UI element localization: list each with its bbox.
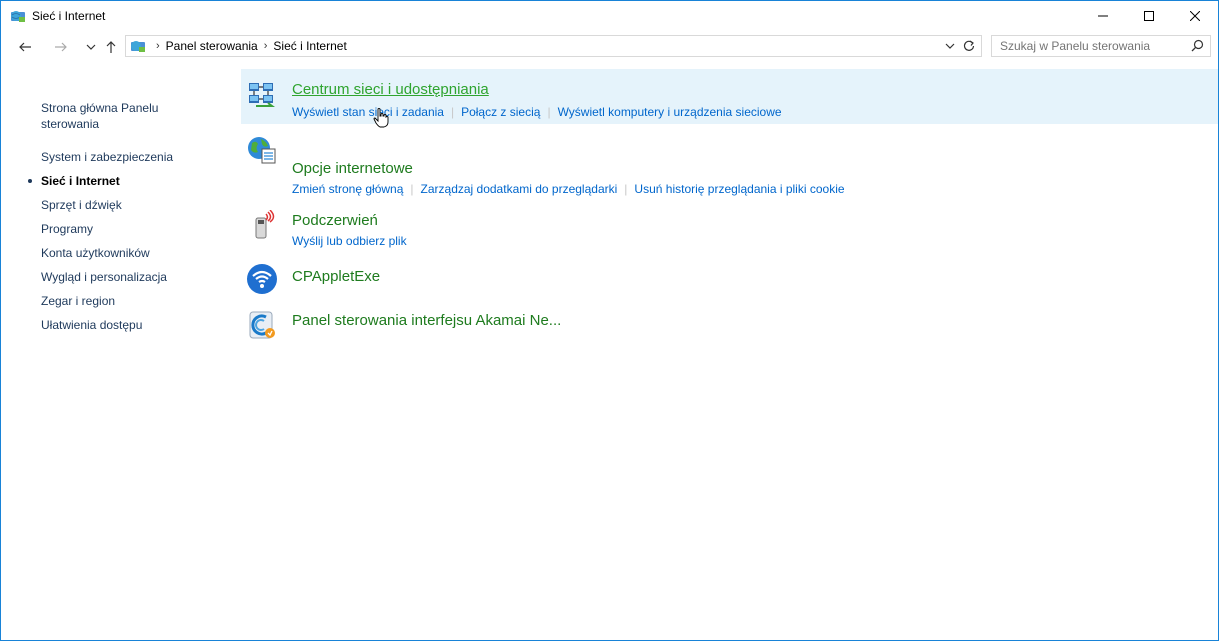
category-title[interactable]: Panel sterowania interfejsu Akamai Ne... xyxy=(292,312,561,329)
chevron-down-icon xyxy=(86,44,96,50)
leftnav-system-security[interactable]: System i zabezpieczenia xyxy=(41,149,221,165)
up-button[interactable] xyxy=(101,34,121,60)
arrow-up-icon xyxy=(106,41,116,53)
refresh-icon xyxy=(963,40,975,51)
leftnav-network-internet: Sieć i Internet xyxy=(28,173,221,189)
left-navigation: Strona główna Panelu sterowania System i… xyxy=(28,100,221,341)
category-internet-options[interactable]: Opcje internetowe Zmień stronę główną | Za… xyxy=(241,124,1218,196)
address-dropdown-button[interactable] xyxy=(945,36,955,56)
maximize-button[interactable] xyxy=(1126,1,1172,31)
chevron-right-icon[interactable]: › xyxy=(264,40,268,52)
breadcrumb-network-internet[interactable]: Sieć i Internet xyxy=(273,39,346,53)
network-globe-icon xyxy=(131,41,145,52)
category-links: Wyświetl stan sieci i zadania | Połącz z s… xyxy=(292,105,782,119)
leftnav-clock-region[interactable]: Zegar i region xyxy=(41,293,221,309)
akamai-icon xyxy=(249,311,275,339)
minimize-button[interactable] xyxy=(1080,1,1126,31)
search-icon xyxy=(1191,39,1204,52)
leftnav-hardware-sound[interactable]: Sprzęt i dźwięk xyxy=(41,197,221,213)
network-center-icon xyxy=(249,83,275,107)
category-title[interactable]: Podczerwień xyxy=(292,212,378,229)
close-button[interactable] xyxy=(1172,1,1218,31)
link-separator: | xyxy=(547,105,551,119)
leftnav-appearance[interactable]: Wygląd i personalizacja xyxy=(41,269,221,285)
leftnav-programs[interactable]: Programy xyxy=(41,221,221,237)
breadcrumb-control-panel[interactable]: Panel sterowania xyxy=(166,39,258,53)
category-link[interactable]: Wyświetl stan sieci i zadania xyxy=(292,105,444,119)
search-box[interactable] xyxy=(991,35,1211,57)
category-akamai[interactable]: Panel sterowania interfejsu Akamai Ne... xyxy=(241,280,1218,339)
refresh-button[interactable] xyxy=(959,36,979,56)
leftnav-home-link[interactable]: Strona główna Panelu sterowania xyxy=(41,100,191,132)
network-globe-icon xyxy=(11,11,25,22)
arrow-right-icon xyxy=(55,42,67,52)
chevron-down-icon xyxy=(945,43,955,49)
recent-locations-button[interactable] xyxy=(83,34,99,60)
leftnav-ease-of-access[interactable]: Ułatwienia dostępu xyxy=(41,317,221,333)
category-link[interactable]: Wyświetl komputery i urządzenia sieciowe xyxy=(558,105,782,119)
category-cpappletexe[interactable]: CPAppletExe xyxy=(241,228,1218,294)
window-title: Sieć i Internet xyxy=(32,9,106,23)
search-input[interactable] xyxy=(998,38,1182,54)
internet-options-icon xyxy=(248,137,276,164)
forward-button[interactable] xyxy=(51,34,71,60)
title-bar[interactable]: Sieć i Internet xyxy=(1,1,1218,31)
category-link[interactable]: Połącz z siecią xyxy=(461,105,540,119)
address-bar[interactable]: › Panel sterowania › Sieć i Internet xyxy=(125,35,982,57)
navigation-bar: › Panel sterowania › Sieć i Internet xyxy=(1,34,1218,60)
category-title[interactable]: Opcje internetowe xyxy=(292,160,413,177)
link-separator: | xyxy=(450,105,455,119)
back-button[interactable] xyxy=(15,34,35,60)
category-infrared[interactable]: Podczerwień Wyślij lub odbierz plik xyxy=(241,176,1218,248)
category-title[interactable]: Centrum sieci i udostępniania xyxy=(292,81,489,98)
chevron-right-icon: › xyxy=(156,40,160,52)
leftnav-user-accounts[interactable]: Konta użytkowników xyxy=(41,245,221,261)
minimize-icon xyxy=(1098,15,1108,17)
hand-cursor-icon xyxy=(373,108,389,128)
maximize-icon xyxy=(1144,11,1154,21)
arrow-left-icon xyxy=(19,42,31,52)
close-icon xyxy=(1190,11,1200,21)
control-panel-window: Sieć i Internet › Panel sterowania › Sie… xyxy=(0,0,1219,641)
